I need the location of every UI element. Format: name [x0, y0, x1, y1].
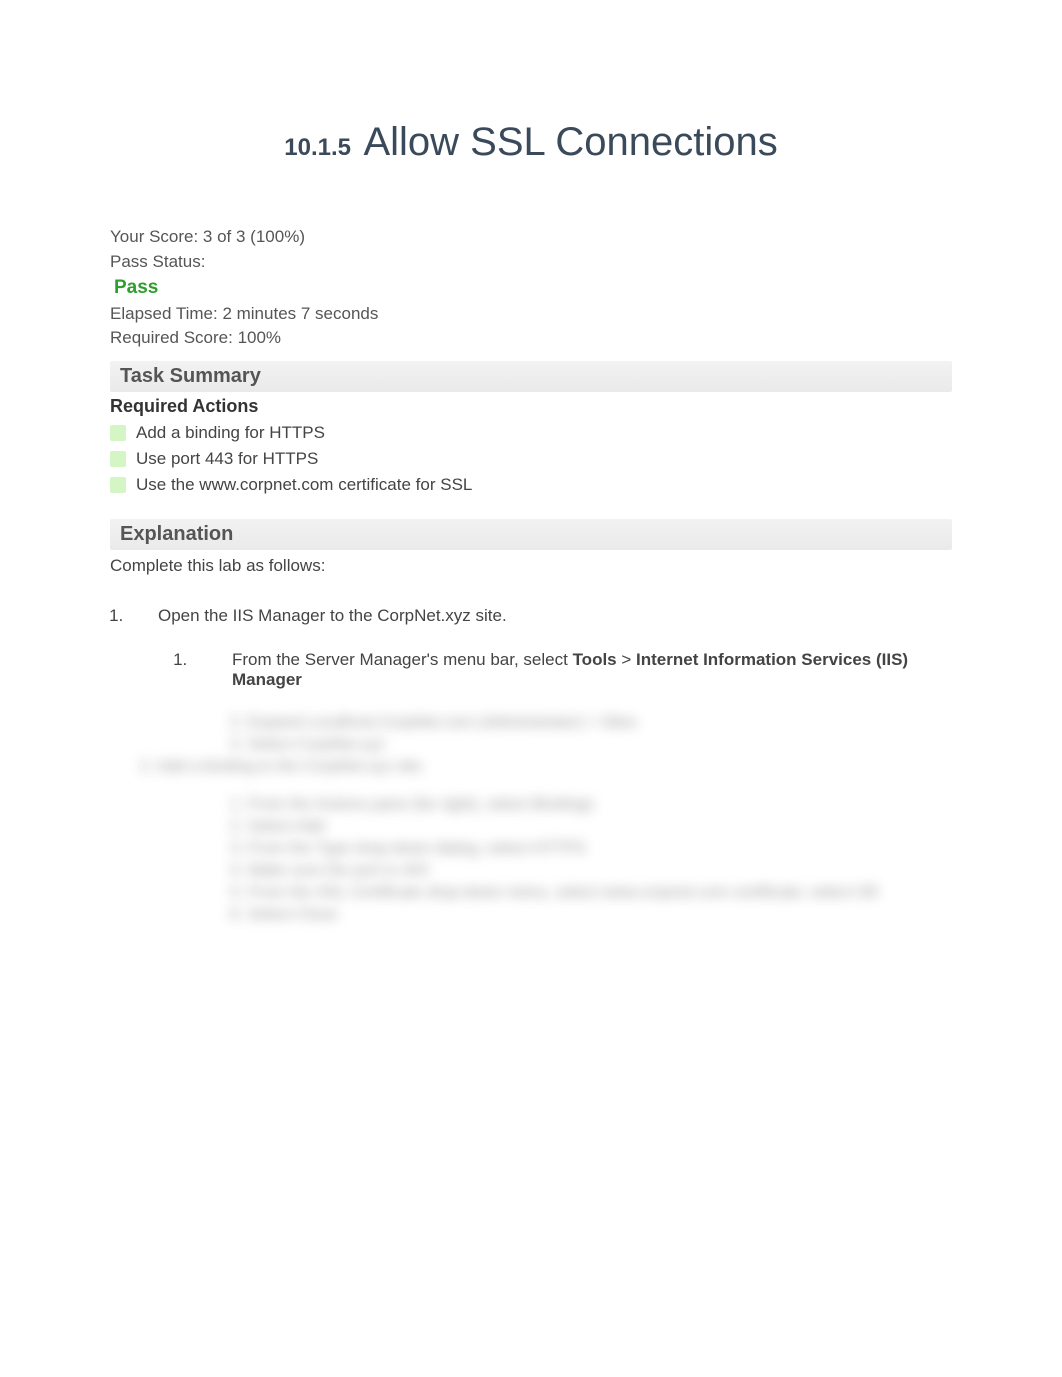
blurred-content: 2. Expand Localhost.CorpNet.com (Adminis…	[110, 714, 952, 924]
lab-report: 10.1.5 Allow SSL Connections Your Score:…	[0, 0, 1062, 968]
action-text: Use the www.corpnet.com certificate for …	[136, 475, 472, 495]
required-actions-label: Required Actions	[110, 396, 952, 417]
explanation-header: Explanation	[110, 519, 952, 550]
page-title: 10.1.5 Allow SSL Connections	[110, 120, 952, 165]
step-1-1-pre: From the Server Manager's menu bar, sele…	[232, 650, 573, 669]
action-text: Use port 443 for HTTPS	[136, 449, 318, 469]
blur-line: 5. From the SSL Certificate drop-down me…	[230, 884, 952, 902]
blur-line: 1. From the Actions pane (far right), se…	[230, 796, 952, 814]
check-icon	[110, 425, 126, 441]
blur-line: 3. From the Type drop-down dialog, selec…	[230, 840, 952, 858]
pass-badge: Pass	[114, 274, 952, 302]
action-text: Add a binding for HTTPS	[136, 423, 325, 443]
score-line: Your Score: 3 of 3 (100%)	[110, 225, 952, 250]
action-item: Use port 443 for HTTPS	[110, 449, 952, 469]
title-text: Allow SSL Connections	[363, 120, 777, 164]
elapsed-time: Elapsed Time: 2 minutes 7 seconds	[110, 302, 952, 327]
score-block: Your Score: 3 of 3 (100%) Pass Status: P…	[110, 225, 952, 351]
explanation-intro: Complete this lab as follows:	[110, 556, 952, 576]
check-icon	[110, 477, 126, 493]
pass-status-row: Pass Status:	[110, 250, 952, 275]
step-1: Open the IIS Manager to the CorpNet.xyz …	[128, 606, 952, 690]
step-1-1: From the Server Manager's menu bar, sele…	[192, 650, 952, 690]
task-summary-header: Task Summary	[110, 361, 952, 392]
pass-status-label: Pass Status:	[110, 252, 205, 271]
action-item: Add a binding for HTTPS	[110, 423, 952, 443]
step-list: Open the IIS Manager to the CorpNet.xyz …	[110, 606, 952, 690]
blur-line: 3. Select CorpNet.xyz	[230, 736, 952, 754]
action-item: Use the www.corpnet.com certificate for …	[110, 475, 952, 495]
title-number: 10.1.5	[284, 134, 351, 161]
blur-line: 6. Select Close	[230, 906, 952, 924]
check-icon	[110, 451, 126, 467]
blur-line: 4. Make sure the port is 443	[230, 862, 952, 880]
required-score: Required Score: 100%	[110, 326, 952, 351]
blur-line: 2. Select Add	[230, 818, 952, 836]
step-1-1-gt: >	[617, 650, 636, 669]
step-1-text: Open the IIS Manager to the CorpNet.xyz …	[158, 606, 507, 625]
step-1-substeps: From the Server Manager's menu bar, sele…	[158, 650, 952, 690]
step-1-1-tools: Tools	[573, 650, 617, 669]
blur-line: 2. Add a binding to the CorpNet.xyz site…	[140, 758, 952, 776]
blur-line: 2. Expand Localhost.CorpNet.com (Adminis…	[230, 714, 952, 732]
